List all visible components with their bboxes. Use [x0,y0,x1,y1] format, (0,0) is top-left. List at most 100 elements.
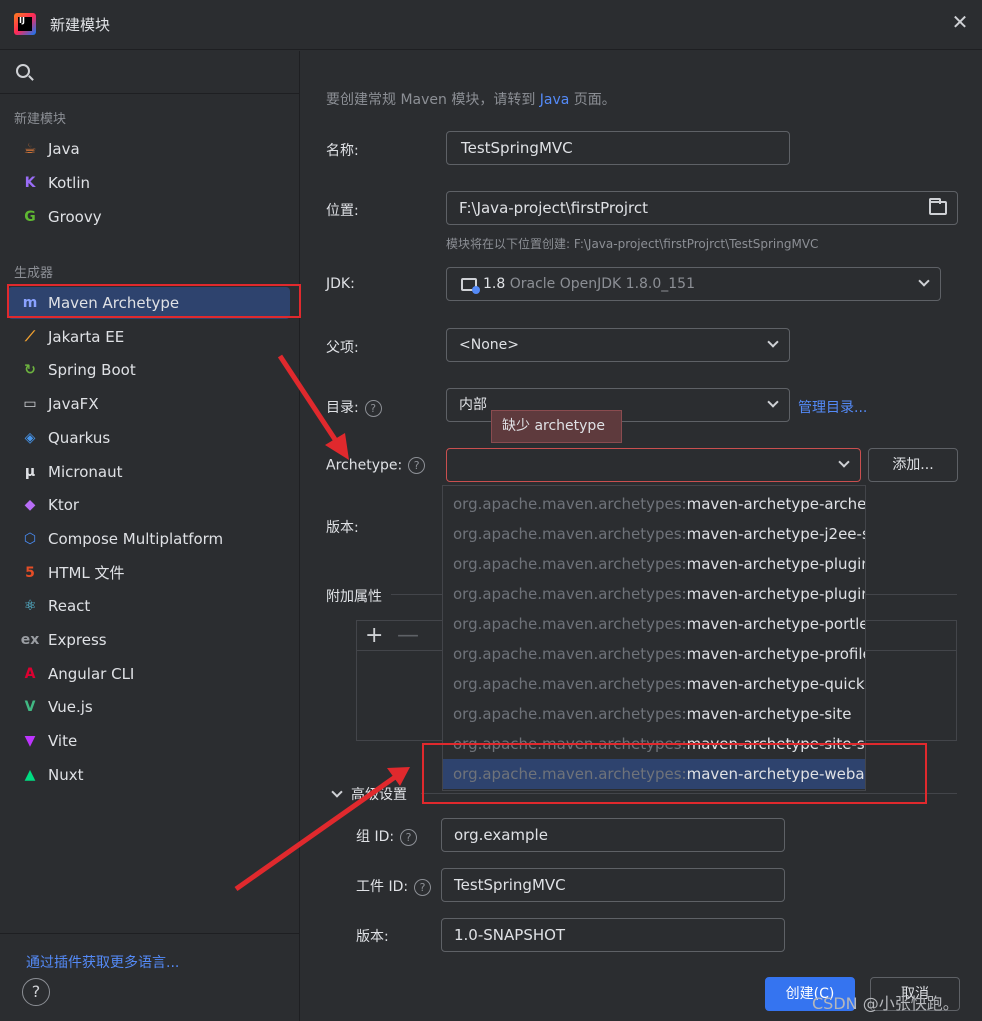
archetype-group: org.apache.maven.archetypes: [453,765,687,783]
sidebar-item-ktor[interactable]: ◆ Ktor [8,489,290,521]
archetype-option[interactable]: org.apache.maven.archetypes:maven-archet… [443,669,865,699]
chevron-down-icon[interactable] [331,786,343,798]
sidebar-footer: 通过插件获取更多语言... ? [0,933,300,1021]
location-hint: 模块将在以下位置创建: F:\Java-project\firstProjrct… [446,237,819,251]
archetype-label: Archetype:? [326,457,426,474]
location-value: F:\Java-project\firstProjrct [459,199,649,217]
archetype-artifact: maven-archetype-site [686,705,852,723]
sidebar-item-label: React [48,597,91,616]
add-property-button[interactable]: + [365,623,383,648]
section-generators: 生成器 [14,266,54,281]
name-field[interactable]: TestSpringMVC [446,131,790,165]
nuxt-icon: ▲ [24,766,36,783]
vue-icon: V [24,699,36,716]
archetype-option[interactable]: org.apache.maven.archetypes:maven-archet… [443,699,865,729]
close-icon[interactable]: ✕ [950,12,970,32]
archetype-option[interactable]: org.apache.maven.archetypes:maven-archet… [443,549,866,579]
sidebar-item-micronaut[interactable]: μ Micronaut [8,456,290,488]
groovy-icon: G [24,209,36,225]
archetype-artifact: maven-archetype-site-sim [686,735,866,753]
manage-catalogs-link[interactable]: 管理目录... [798,397,867,417]
sidebar-item-angular-cli[interactable]: A Angular CLI [8,658,290,690]
add-archetype-button[interactable]: 添加... [868,448,958,482]
artifact-id-label: 工件 ID:? [356,876,432,896]
sidebar-item-jakarta-ee[interactable]: ⟋ Jakarta EE [8,321,290,353]
archetype-artifact: maven-archetype-portlet [686,615,866,633]
chevron-down-icon [918,275,930,287]
sidebar-item-kotlin[interactable]: K Kotlin [8,167,290,199]
sidebar-item-quarkus[interactable]: ◈ Quarkus [8,422,290,454]
help-question-icon[interactable]: ? [414,878,432,896]
sidebar-item-label: Express [48,631,107,649]
javafx-icon: ▭ [23,396,37,413]
sidebar-item-spring-boot[interactable]: ↻ Spring Boot [8,354,290,386]
jdk-version: 1.8 [483,276,506,292]
search-icon[interactable] [16,64,30,78]
advanced-settings-label[interactable]: 高级设置 [351,784,407,804]
sidebar-item-maven-archetype[interactable]: m Maven Archetype [8,287,290,319]
sidebar-item-label: Angular CLI [48,664,135,683]
archetype-group: org.apache.maven.archetypes: [453,495,687,513]
archetype-option[interactable]: org.apache.maven.archetypes:maven-archet… [443,639,865,669]
chevron-down-icon [767,396,779,408]
sidebar-item-vite[interactable]: ▼ Vite [8,725,290,757]
sidebar-item-label: Nuxt [48,765,84,784]
divider [421,793,957,794]
sidebar-item-label: Quarkus [48,428,111,447]
sidebar-item-vue-js[interactable]: V Vue.js [8,691,290,723]
java-cup-icon: ☕ [23,141,37,157]
sidebar-item-label: Maven Archetype [48,294,180,312]
folder-icon[interactable] [929,198,947,215]
location-label: 位置: [326,203,359,219]
sidebar-item-react[interactable]: ⚛ React [8,590,290,622]
artifact-id-field[interactable]: TestSpringMVC [441,868,785,902]
chevron-down-icon [767,336,779,348]
sidebar-item-label: Compose Multiplatform [48,529,224,548]
maven-hint: 要创建常规 Maven 模块，请转到 Java 页面。 [326,92,616,108]
section-new-module: 新建模块 [14,112,67,127]
sidebar-item-java[interactable]: ☕ Java [8,133,290,165]
archetype-select[interactable] [446,448,861,482]
adv-version-label: 版本: [356,929,389,945]
help-question-icon[interactable]: ? [400,828,418,846]
archetype-option[interactable]: org.apache.maven.archetypes:maven-archet… [443,609,866,639]
java-page-link[interactable]: Java [540,92,570,108]
help-question-icon[interactable]: ? [408,457,426,474]
group-id-field[interactable]: org.example [441,818,785,852]
sidebar-item-compose-multiplatform[interactable]: ⬡ Compose Multiplatform [8,523,290,555]
archetype-group: org.apache.maven.archetypes: [453,705,687,723]
version-label: 版本: [326,520,359,536]
jdk-label: JDK: [326,276,355,292]
help-question-icon[interactable]: ? [364,399,382,417]
sidebar-item-html[interactable]: 5 HTML 文件 [8,557,290,589]
archetype-option[interactable]: org.apache.maven.archetypes:maven-archet… [443,729,866,759]
sidebar-item-label: Ktor [48,496,80,515]
sidebar-item-label: Spring Boot [48,361,136,380]
sidebar-item-express[interactable]: ex Express [8,624,290,656]
archetype-option[interactable]: org.apache.maven.archetypes:maven-archet… [443,759,865,789]
jdk-select[interactable]: 1.8 Oracle OpenJDK 1.8.0_151 [446,267,941,301]
archetype-artifact: maven-archetype-plugin [686,555,866,573]
version-field[interactable]: 1.0-SNAPSHOT [441,918,785,952]
catalog-value: 内部 [459,397,487,413]
parent-select[interactable]: <None> [446,328,790,362]
vite-icon: ▼ [24,733,36,750]
sidebar-item-label: JavaFX [48,395,99,414]
properties-label: 附加属性 [326,589,382,605]
plugin-link[interactable]: 通过插件获取更多语言... [26,952,179,972]
sidebar-item-javafx[interactable]: ▭ JavaFX [8,388,290,420]
parent-label: 父项: [326,340,359,356]
sidebar-item-groovy[interactable]: G Groovy [8,201,290,233]
help-icon[interactable]: ? [22,978,50,1006]
archetype-option[interactable]: org.apache.maven.archetypes:maven-archet… [443,519,865,549]
jdk-icon [461,277,480,294]
intellij-logo-icon: IJ [14,13,36,35]
location-field[interactable]: F:\Java-project\firstProjrct [446,191,958,225]
archetype-option[interactable]: org.apache.maven.archetypes:maven-archet… [443,579,865,609]
archetype-group: org.apache.maven.archetypes: [453,645,687,663]
sidebar-item-nuxt[interactable]: ▲ Nuxt [8,759,290,791]
archetype-group: org.apache.maven.archetypes: [453,675,687,693]
archetype-option[interactable]: org.apache.maven.archetypes:maven-archet… [443,489,865,519]
sidebar-search[interactable] [0,51,300,94]
sidebar-item-label: Vue.js [48,698,93,717]
